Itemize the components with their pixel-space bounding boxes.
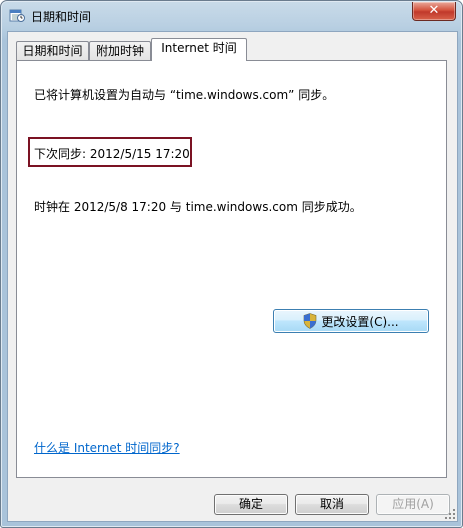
date-time-app-icon xyxy=(9,9,25,22)
dialog-window: 日期和时间 ✕ 日期和时间 附加时钟 Internet 时间 已将计算机设置为自… xyxy=(0,0,463,528)
last-sync-text: 时钟在 2012/5/8 17:20 与 time.windows.com 同步… xyxy=(34,200,362,214)
internet-time-help-link[interactable]: 什么是 Internet 时间同步? xyxy=(34,439,180,456)
tab-internet-time[interactable]: Internet 时间 xyxy=(151,38,247,61)
change-settings-label: 更改设置(C)... xyxy=(321,314,399,329)
next-sync-text: 下次同步: 2012/5/15 17:20 xyxy=(34,147,190,161)
window-title: 日期和时间 xyxy=(31,10,92,24)
uac-shield-icon xyxy=(304,313,317,329)
tab-additional-clocks[interactable]: 附加时钟 xyxy=(89,41,151,60)
internet-time-panel: 已将计算机设置为自动与 “time.windows.com” 同步。 下次同步:… xyxy=(16,60,447,478)
tab-date-time[interactable]: 日期和时间 xyxy=(16,41,89,60)
ok-button[interactable]: 确定 xyxy=(214,494,288,515)
dialog-client-area: 日期和时间 附加时钟 Internet 时间 已将计算机设置为自动与 “time… xyxy=(7,31,458,522)
change-settings-button[interactable]: 更改设置(C)... xyxy=(273,309,429,333)
resize-grip-icon[interactable] xyxy=(444,508,456,520)
cancel-button[interactable]: 取消 xyxy=(295,494,369,515)
apply-button[interactable]: 应用(A) xyxy=(376,494,450,515)
title-bar[interactable]: 日期和时间 ✕ xyxy=(1,1,462,31)
close-button[interactable]: ✕ xyxy=(412,2,456,21)
sync-setting-text: 已将计算机设置为自动与 “time.windows.com” 同步。 xyxy=(34,88,335,102)
